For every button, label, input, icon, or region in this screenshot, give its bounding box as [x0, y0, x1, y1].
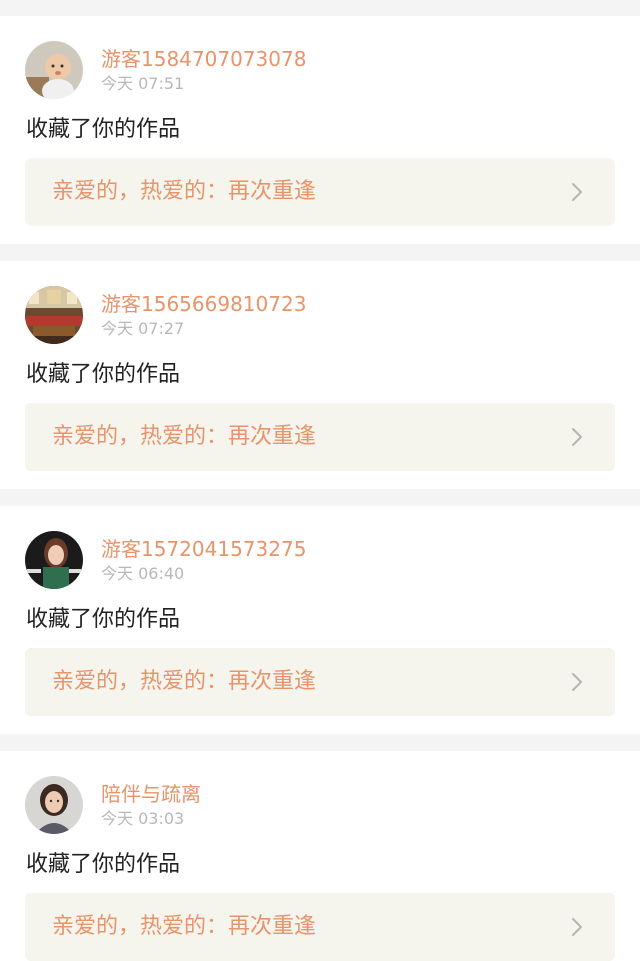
- timestamp: 今天 07:27: [101, 319, 185, 338]
- work-title: 亲爱的，热爱的：再次重逢: [52, 914, 317, 939]
- username-link[interactable]: 游客1565669810723: [101, 291, 306, 317]
- room-interior-icon: [25, 286, 83, 344]
- notification-card: 游客1565669810723 今天 07:27 收藏了你的作品 亲爱的，热爱的…: [0, 261, 640, 489]
- notification-card: 游客1584707073078 今天 07:51 收藏了你的作品 亲爱的，热爱的…: [0, 16, 640, 244]
- girl-portrait-icon: [25, 531, 83, 589]
- work-link-card[interactable]: 亲爱的，热爱的：再次重逢: [25, 403, 615, 471]
- user-avatar[interactable]: [25, 776, 83, 834]
- work-link-card[interactable]: 亲爱的，热爱的：再次重逢: [25, 893, 615, 961]
- timestamp: 今天 06:40: [101, 564, 185, 583]
- baby-photo-icon: [25, 41, 83, 99]
- work-link-card[interactable]: 亲爱的，热爱的：再次重逢: [25, 158, 615, 226]
- notification-card: 游客1572041573275 今天 06:40 收藏了你的作品 亲爱的，热爱的…: [0, 506, 640, 734]
- work-title: 亲爱的，热爱的：再次重逢: [52, 179, 317, 204]
- work-title: 亲爱的，热爱的：再次重逢: [52, 424, 317, 449]
- chevron-right-icon: [567, 917, 587, 937]
- work-link-card[interactable]: 亲爱的，热爱的：再次重逢: [25, 648, 615, 716]
- username-link[interactable]: 游客1572041573275: [101, 536, 306, 562]
- user-avatar[interactable]: [25, 531, 83, 589]
- notification-feed: 游客1584707073078 今天 07:51 收藏了你的作品 亲爱的，热爱的…: [0, 0, 640, 961]
- action-text: 收藏了你的作品: [26, 362, 181, 387]
- woman-portrait-icon: [25, 776, 83, 834]
- notification-card: 陪伴与疏离 今天 03:03 收藏了你的作品 亲爱的，热爱的：再次重逢: [0, 751, 640, 961]
- timestamp: 今天 03:03: [101, 809, 185, 828]
- timestamp: 今天 07:51: [101, 74, 185, 93]
- action-text: 收藏了你的作品: [26, 852, 181, 877]
- chevron-right-icon: [567, 672, 587, 692]
- action-text: 收藏了你的作品: [26, 117, 181, 142]
- chevron-right-icon: [567, 427, 587, 447]
- action-text: 收藏了你的作品: [26, 607, 181, 632]
- username-link[interactable]: 游客1584707073078: [101, 46, 306, 72]
- chevron-right-icon: [567, 182, 587, 202]
- user-avatar[interactable]: [25, 286, 83, 344]
- username-link[interactable]: 陪伴与疏离: [101, 781, 201, 807]
- user-avatar[interactable]: [25, 41, 83, 99]
- work-title: 亲爱的，热爱的：再次重逢: [52, 669, 317, 694]
